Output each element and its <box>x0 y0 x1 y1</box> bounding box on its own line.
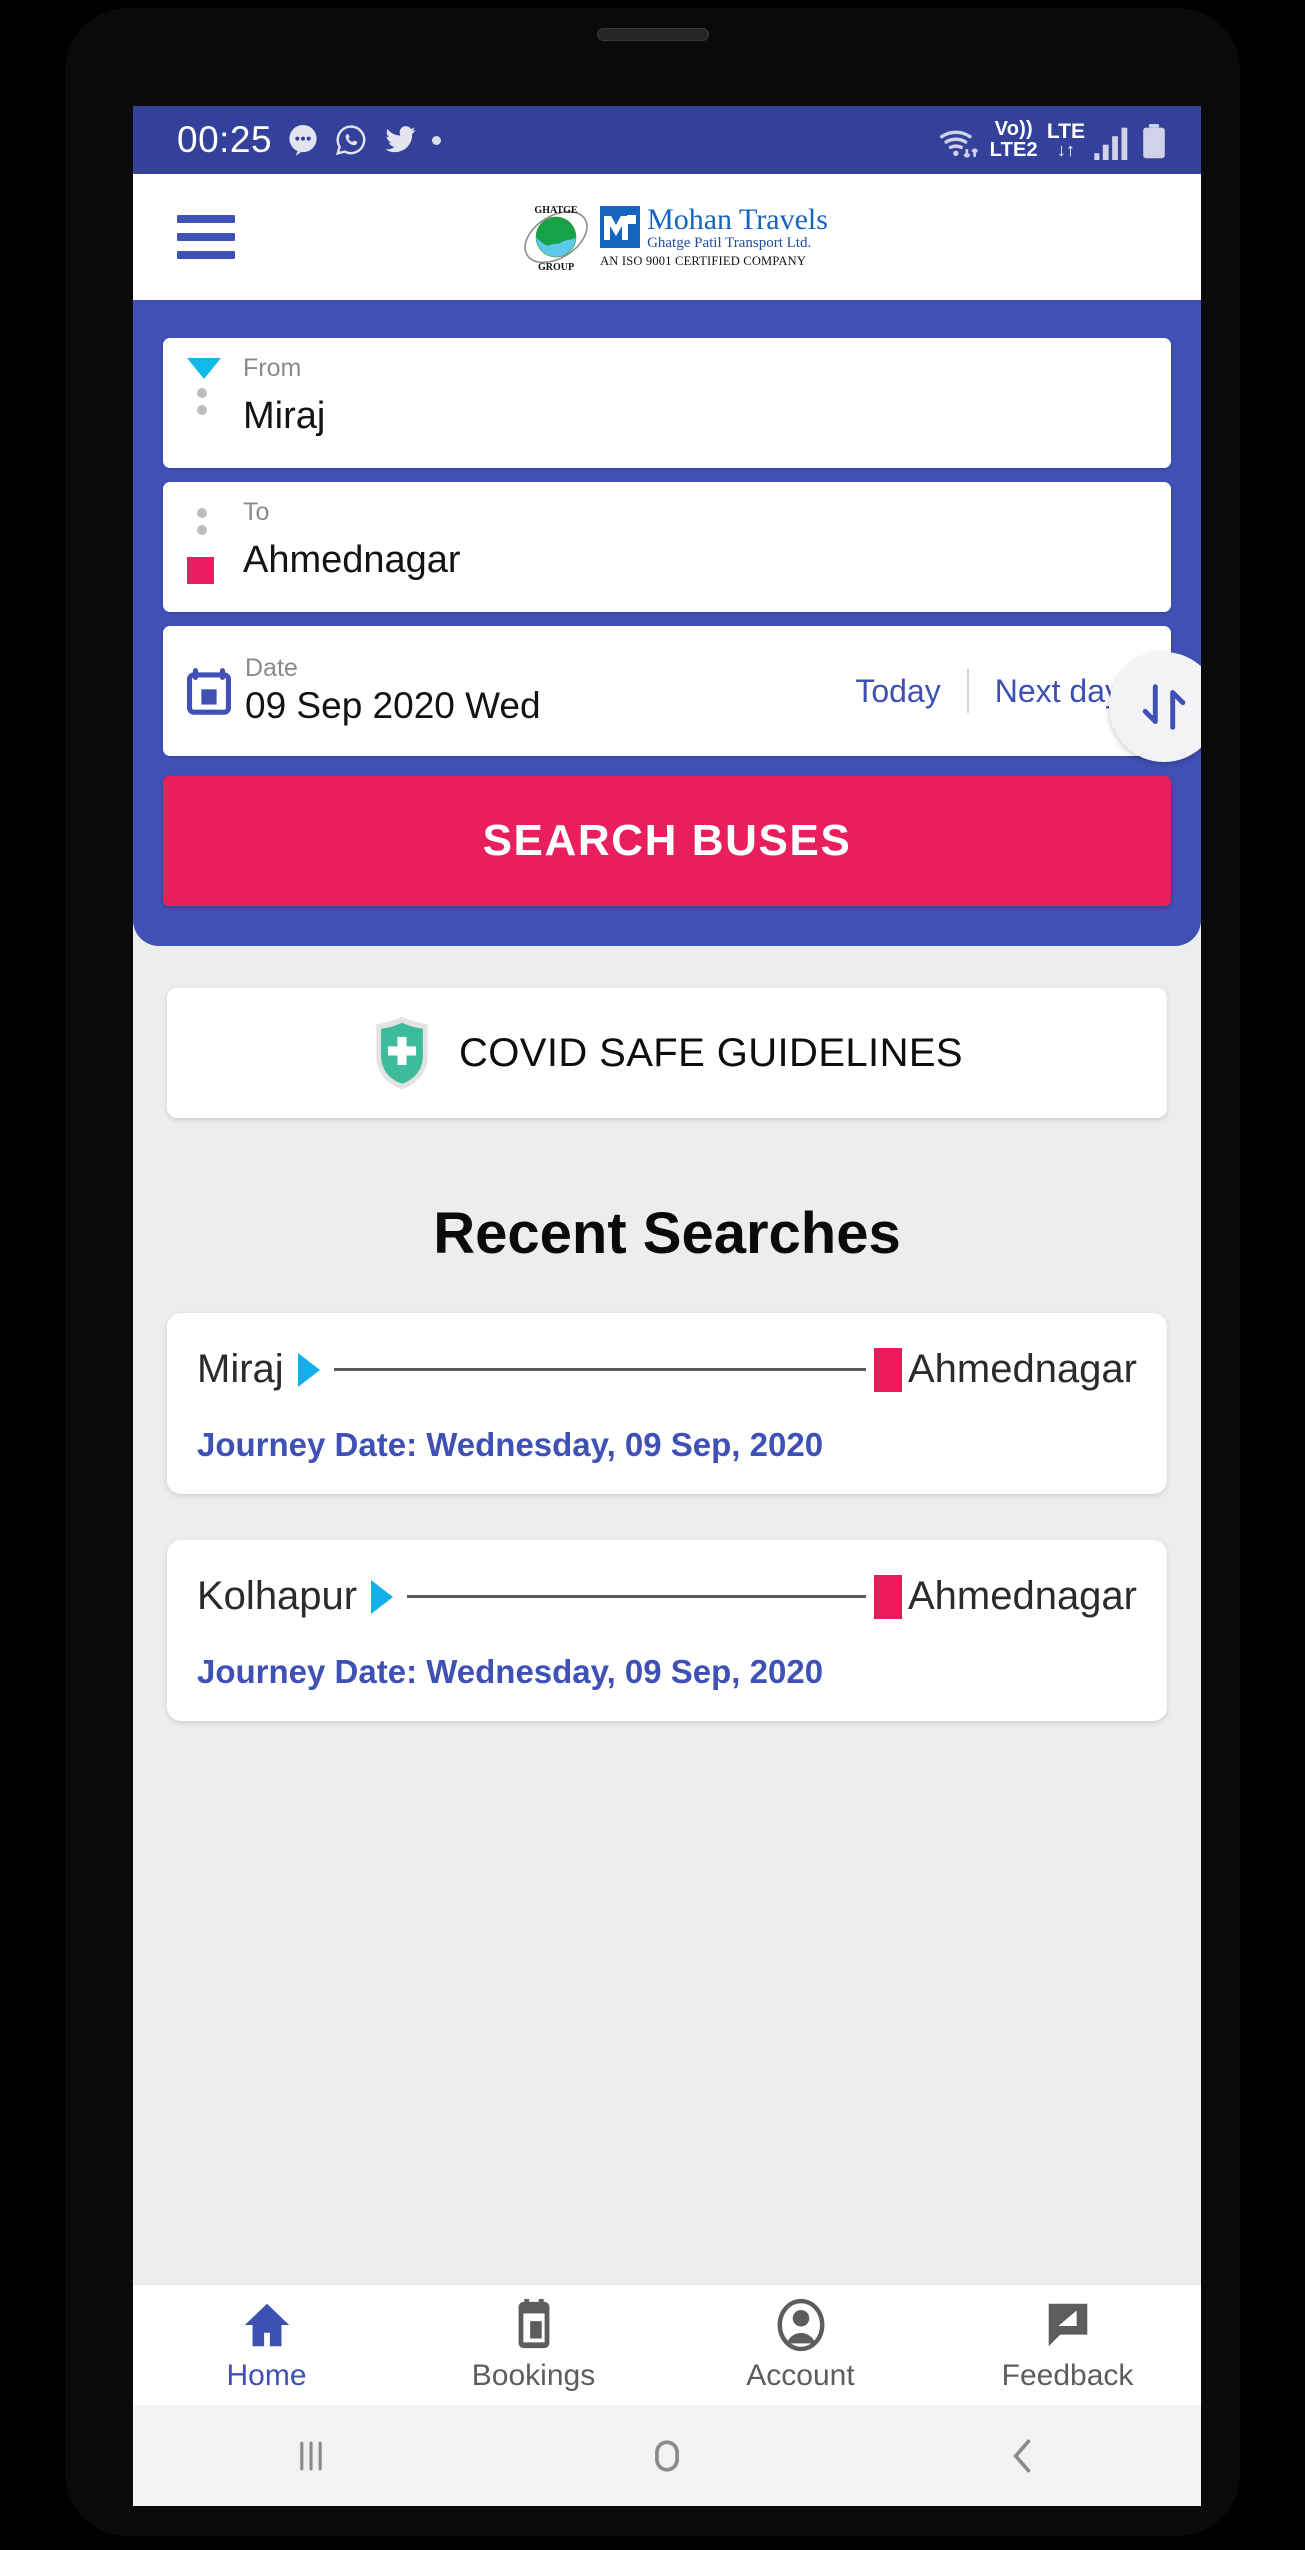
calendar-icon <box>187 668 231 715</box>
route-row: Kolhapur Ahmednagar <box>197 1574 1137 1619</box>
back-chevron-icon[interactable] <box>845 2434 1201 2478</box>
journey-date: Journey Date: Wednesday, 09 Sep, 2020 <box>197 1426 824 1463</box>
app-header-bar: GHATGE GROUP Mohan Travels Ghatge Patil … <box>133 174 1201 300</box>
home-icon <box>244 2303 289 2346</box>
from-label: From <box>243 354 302 382</box>
messages-icon <box>289 124 317 156</box>
date-label: Date <box>245 654 298 683</box>
covid-guidelines-card[interactable]: COVID SAFE GUIDELINES <box>167 988 1167 1118</box>
to-label: To <box>243 498 270 526</box>
person-circle-icon <box>777 2298 824 2351</box>
search-panel: From Miraj To Ahmednagar Date 09 Sep 202… <box>133 300 1201 946</box>
tab-bookings[interactable]: Bookings <box>400 2298 667 2393</box>
logo-subtitle: Ghatge Patil Transport Ltd. <box>647 235 812 251</box>
earpiece-speaker <box>596 28 709 41</box>
destination-city: Ahmednagar <box>907 1347 1137 1391</box>
covid-card-label: COVID SAFE GUIDELINES <box>458 1030 964 1075</box>
today-button[interactable]: Today <box>829 673 966 710</box>
route-dots-icon <box>197 388 207 415</box>
destination-city: Ahmednagar <box>907 1574 1137 1618</box>
origin-city: Kolhapur <box>197 1574 358 1618</box>
lte-icon: LTE ↓↑ <box>1046 119 1085 161</box>
origin-city: Miraj <box>197 1347 284 1391</box>
route-line <box>407 1595 866 1598</box>
wifi-icon <box>939 130 978 158</box>
ticket-icon <box>518 2298 549 2348</box>
destination-square-icon <box>873 1574 902 1619</box>
svg-text:GHATGE: GHATGE <box>534 205 577 216</box>
arrow-right-icon <box>371 1579 394 1614</box>
company-logo: GHATGE GROUP Mohan Travels Ghatge Patil … <box>518 199 828 275</box>
recent-searches-title: Recent Searches <box>433 1201 901 1266</box>
shield-cross-icon <box>376 1016 428 1090</box>
twitter-icon <box>385 126 416 153</box>
android-status-bar: 00:25 Vo)) LTE2 LTE ↓↑ <box>133 106 1201 174</box>
date-value: 09 Sep 2020 Wed <box>245 685 541 727</box>
status-bar-clock: 00:25 <box>177 119 273 160</box>
tab-feedback[interactable]: Feedback <box>934 2298 1201 2393</box>
route-row: Miraj Ahmednagar <box>197 1347 1137 1392</box>
whatsapp-icon <box>336 125 366 156</box>
volte-icon: Vo)) LTE2 <box>989 117 1038 161</box>
recents-icon[interactable] <box>133 2434 489 2478</box>
from-value: Miraj <box>243 395 326 437</box>
bottom-tab-bar: Home Bookings Account Feedback <box>133 2284 1201 2405</box>
feedback-pencil-icon <box>1048 2303 1087 2346</box>
tab-feedback-label: Feedback <box>1001 2358 1134 2392</box>
from-field[interactable]: From Miraj <box>163 338 1171 468</box>
arrow-right-icon <box>297 1352 320 1387</box>
recent-search-item[interactable]: Miraj Ahmednagar Journey Date: Wednesday… <box>167 1313 1167 1494</box>
tab-home[interactable]: Home <box>133 2298 400 2393</box>
logo-certification: AN ISO 9001 CERTIFIED COMPANY <box>600 253 807 268</box>
destination-square-icon <box>873 1347 902 1392</box>
tab-account-label: Account <box>746 2358 855 2392</box>
logo-brand-name: Mohan Travels <box>647 202 828 236</box>
swap-vertical-arrows-icon <box>1142 684 1186 730</box>
hamburger-menu-icon[interactable] <box>177 215 235 259</box>
battery-icon <box>1143 124 1165 159</box>
journey-date: Journey Date: Wednesday, 09 Sep, 2020 <box>197 1653 824 1690</box>
notification-dot <box>432 135 442 145</box>
phone-device-frame: 00:25 Vo)) LTE2 LTE ↓↑ GHATGE GROUP Moha… <box>65 8 1240 2536</box>
signal-bars-icon <box>1094 127 1128 161</box>
android-nav-bar <box>133 2405 1201 2506</box>
home-circle-icon[interactable] <box>489 2434 845 2478</box>
ghatge-group-globe-icon: GHATGE GROUP <box>518 199 594 275</box>
square-icon <box>187 557 214 584</box>
mohan-travels-mark <box>600 205 641 248</box>
phone-screen: 00:25 Vo)) LTE2 LTE ↓↑ GHATGE GROUP Moha… <box>133 106 1201 2506</box>
route-line <box>333 1368 866 1371</box>
date-field[interactable]: Date 09 Sep 2020 Wed Today Next day <box>163 626 1171 756</box>
tab-account[interactable]: Account <box>667 2298 934 2393</box>
search-buses-button[interactable]: SEARCH BUSES <box>163 776 1171 906</box>
tab-bookings-label: Bookings <box>471 2358 596 2392</box>
triangle-down-icon <box>187 358 221 379</box>
svg-text:GROUP: GROUP <box>538 262 574 273</box>
tab-home-label: Home <box>226 2358 307 2392</box>
route-dots-icon <box>197 508 207 535</box>
to-field[interactable]: To Ahmednagar <box>163 482 1171 612</box>
recent-search-item[interactable]: Kolhapur Ahmednagar Journey Date: Wednes… <box>167 1540 1167 1721</box>
to-value: Ahmednagar <box>243 539 461 581</box>
